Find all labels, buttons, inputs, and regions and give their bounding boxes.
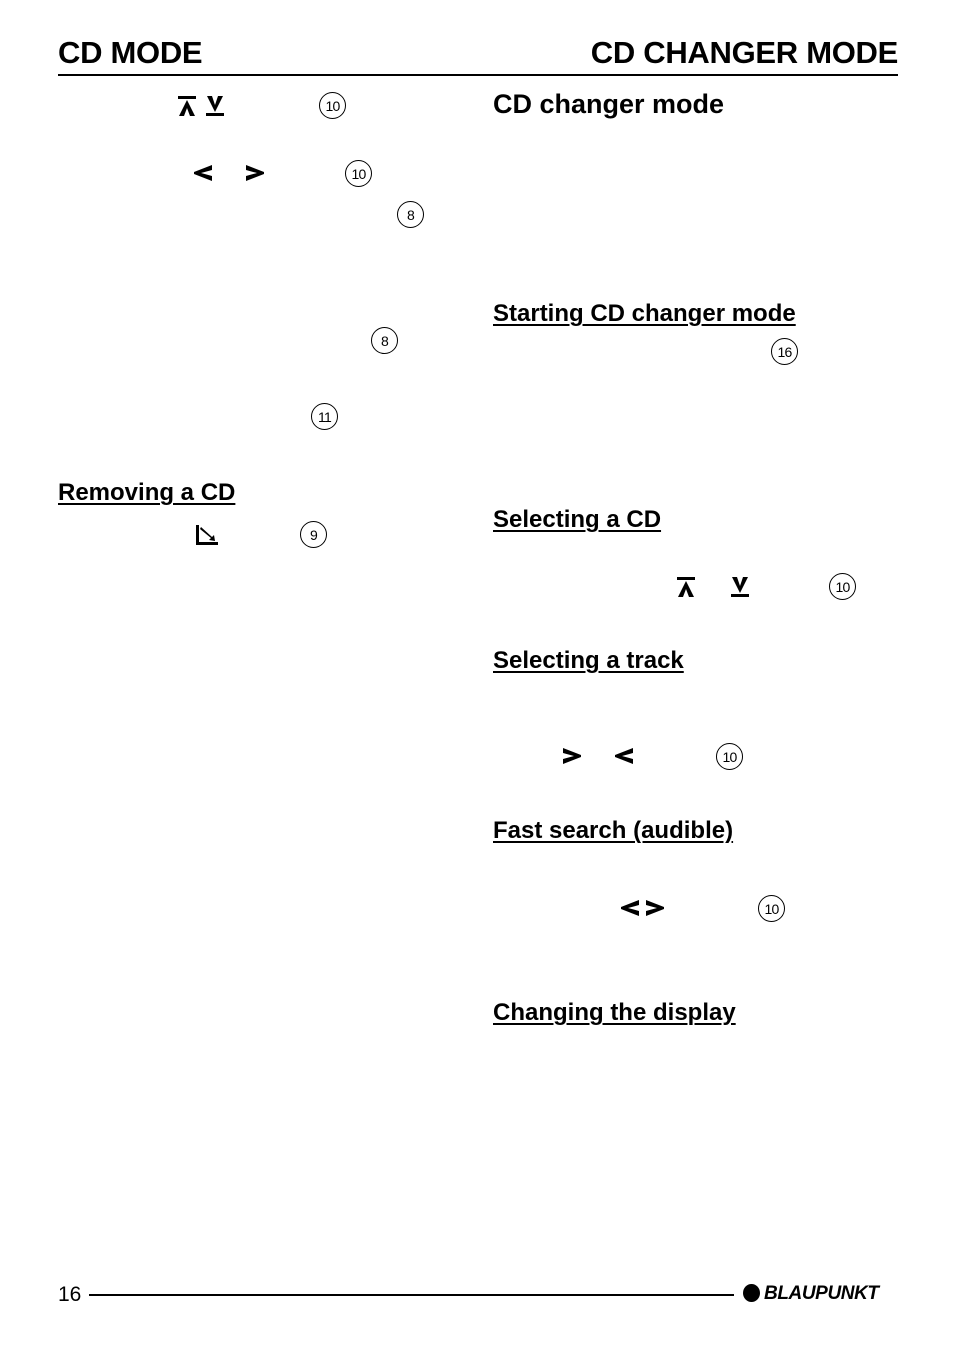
ref-number-circle: 8 — [397, 201, 424, 228]
chevron-left-icon — [620, 899, 640, 917]
section-heading-starting: Starting CD changer mode — [493, 300, 796, 327]
chevron-right-icon — [562, 747, 582, 765]
section-heading-removing-cd: Removing a CD — [58, 479, 236, 506]
brand-name: BLAUPUNKT — [764, 1282, 879, 1304]
ref-number-circle: 10 — [716, 743, 743, 770]
ref-number-circle: 16 — [771, 338, 798, 365]
chevron-right-icon — [245, 164, 265, 182]
page-header-right: CD CHANGER MODE — [590, 35, 899, 70]
page-number: 16 — [58, 1283, 82, 1306]
chevron-left-icon — [614, 747, 634, 765]
ref-number-circle: 10 — [319, 92, 346, 119]
ref-number-circle: 8 — [371, 327, 398, 354]
section-heading-changing-display: Changing the display — [493, 999, 736, 1026]
ref-number-circle: 10 — [758, 895, 785, 922]
chevron-right-icon — [645, 899, 665, 917]
section-title-cd-changer: CD changer mode — [493, 89, 725, 119]
ref-number-circle: 9 — [300, 521, 327, 548]
footer-divider — [89, 1294, 734, 1296]
arrow-up-bar-icon — [676, 576, 696, 598]
header-divider — [58, 74, 898, 76]
arrow-up-bar-icon — [177, 95, 197, 117]
section-heading-selecting-cd: Selecting a CD — [493, 506, 662, 533]
section-heading-selecting-track: Selecting a track — [493, 647, 684, 674]
ref-number-circle: 10 — [345, 160, 372, 187]
arrow-down-bar-icon — [730, 576, 750, 598]
arrow-down-bar-icon — [205, 95, 225, 117]
eject-icon — [195, 524, 219, 546]
ref-number-circle: 11 — [311, 403, 338, 430]
brand-logo: BLAUPUNKT — [743, 1283, 879, 1303]
ref-number-circle: 10 — [829, 573, 856, 600]
chevron-left-icon — [193, 164, 213, 182]
page-header-left: CD MODE — [58, 35, 203, 70]
section-heading-fast-search: Fast search (audible) — [493, 817, 734, 844]
logo-dot-icon — [743, 1284, 760, 1302]
